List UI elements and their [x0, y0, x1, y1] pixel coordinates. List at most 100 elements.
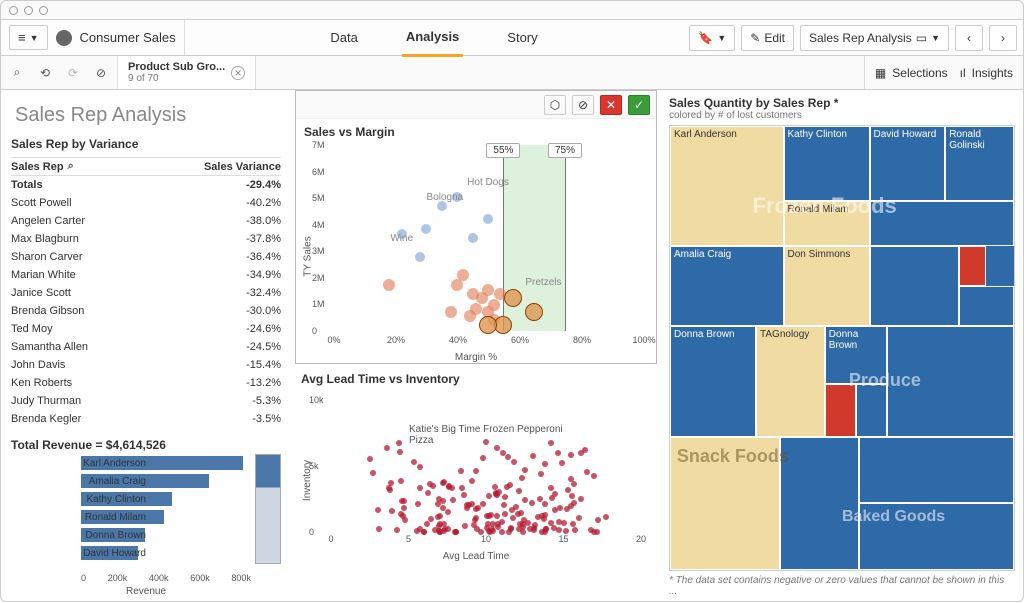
- scatter-point[interactable]: [595, 517, 601, 523]
- window-close-dot[interactable]: [9, 6, 18, 15]
- tm-cell[interactable]: [870, 201, 1014, 245]
- scatter-point[interactable]: [480, 501, 486, 507]
- tm-cell[interactable]: Ronald Milam: [784, 201, 870, 245]
- scatter-point[interactable]: [430, 483, 436, 489]
- scatter-point[interactable]: [519, 475, 525, 481]
- scatter-point[interactable]: [459, 485, 465, 491]
- scatter-point[interactable]: [367, 456, 373, 462]
- table-row[interactable]: Ted Moy-24.6%: [11, 320, 281, 338]
- scatter-point[interactable]: [398, 478, 404, 484]
- scatter-point[interactable]: [502, 494, 508, 500]
- scatter-point[interactable]: [506, 529, 512, 535]
- search-icon[interactable]: ⌕: [68, 160, 74, 173]
- scatter-point[interactable]: [398, 511, 404, 517]
- scatter-point[interactable]: [565, 487, 571, 493]
- tab-story[interactable]: Story: [503, 20, 541, 55]
- tm-cell[interactable]: Don Simmons: [784, 246, 870, 326]
- scatter-point[interactable]: [499, 529, 505, 535]
- scatter-point[interactable]: [389, 508, 395, 514]
- scatter-point[interactable]: [493, 490, 499, 496]
- tm-cell[interactable]: [859, 437, 1014, 504]
- scatter-point[interactable]: [555, 450, 561, 456]
- scatter-point[interactable]: [446, 484, 452, 490]
- scatter-point[interactable]: [542, 512, 548, 518]
- tab-data[interactable]: Data: [326, 20, 361, 55]
- scatter-point[interactable]: [428, 516, 434, 522]
- scatter-point[interactable]: [559, 460, 565, 466]
- cancel-selection-button[interactable]: ✕: [600, 95, 622, 115]
- tm-cell[interactable]: [870, 246, 959, 326]
- scatter-point[interactable]: [542, 501, 548, 507]
- scatter-point[interactable]: [480, 455, 486, 461]
- table-row[interactable]: Janice Scott-32.4%: [11, 284, 281, 302]
- table-row[interactable]: Marian White-34.9%: [11, 266, 281, 284]
- scatter-point[interactable]: [569, 493, 575, 499]
- window-max-dot[interactable]: [39, 6, 48, 15]
- scatter-point[interactable]: [425, 490, 431, 496]
- scatter-point[interactable]: [468, 233, 478, 243]
- scatter-point[interactable]: [415, 501, 421, 507]
- bar-row[interactable]: Kathy Clinton: [81, 490, 251, 508]
- scatter-point[interactable]: [375, 507, 381, 513]
- revenue-bar-chart[interactable]: Karl AndersonAmalia CraigKathy ClintonRo…: [11, 454, 281, 593]
- scatter-point[interactable]: [437, 529, 443, 535]
- scatter-point[interactable]: [417, 464, 423, 470]
- scatter-point[interactable]: [488, 299, 500, 311]
- scatter-point[interactable]: [570, 521, 576, 527]
- scatter-point[interactable]: [516, 488, 522, 494]
- scatter-point[interactable]: [568, 503, 574, 509]
- scatter-point[interactable]: [515, 511, 521, 517]
- tm-cell[interactable]: [825, 384, 856, 437]
- scatter-point[interactable]: [548, 440, 554, 446]
- scatter-point[interactable]: [424, 521, 430, 527]
- window-min-dot[interactable]: [24, 6, 33, 15]
- scatter-point[interactable]: [538, 471, 544, 477]
- scatter-point[interactable]: [522, 467, 528, 473]
- insights-button[interactable]: ılInsights: [960, 66, 1013, 80]
- scatter-point[interactable]: [591, 473, 597, 479]
- tab-analysis[interactable]: Analysis: [402, 19, 463, 57]
- tm-cell[interactable]: [887, 326, 1014, 437]
- scatter-point-selected[interactable]: [525, 303, 543, 321]
- scatter-point[interactable]: [486, 493, 492, 499]
- leadtime-scatter[interactable]: Inventory Katie's Big Time Frozen Pepper…: [301, 390, 651, 560]
- scatter-point[interactable]: [388, 480, 394, 486]
- scatter-point[interactable]: [511, 459, 517, 465]
- scatter-point[interactable]: [445, 509, 451, 515]
- scatter-point-selected[interactable]: [504, 289, 522, 307]
- tm-cell[interactable]: Donna Brown: [670, 326, 756, 437]
- prev-sheet-button[interactable]: ‹: [955, 25, 983, 51]
- scatter-point[interactable]: [417, 485, 423, 491]
- tm-cell[interactable]: Karl Anderson: [670, 126, 784, 246]
- scatter-point[interactable]: [411, 459, 417, 465]
- tm-cell[interactable]: [780, 437, 859, 570]
- sales-margin-scatter[interactable]: TY Sales 55% 75% BolognaHot DogsWinePret…: [304, 141, 648, 361]
- scatter-point[interactable]: [505, 454, 511, 460]
- scatter-point-selected[interactable]: [494, 316, 512, 334]
- scatter-point[interactable]: [502, 511, 508, 517]
- scatter-point[interactable]: [441, 521, 447, 527]
- scatter-point[interactable]: [437, 201, 447, 211]
- scatter-point[interactable]: [529, 500, 535, 506]
- scatter-point[interactable]: [494, 513, 500, 519]
- scatter-point[interactable]: [542, 461, 548, 467]
- tm-cell[interactable]: [856, 384, 887, 437]
- scatter-point[interactable]: [370, 470, 376, 476]
- scatter-point[interactable]: [458, 468, 464, 474]
- scatter-point[interactable]: [474, 526, 480, 532]
- scatter-point[interactable]: [461, 492, 467, 498]
- scatter-point[interactable]: [603, 514, 609, 520]
- scatter-point[interactable]: [462, 523, 468, 529]
- table-row[interactable]: Ken Roberts-13.2%: [11, 374, 281, 392]
- bar-row[interactable]: Amalia Craig: [81, 472, 251, 490]
- scatter-point[interactable]: [501, 502, 507, 508]
- edit-button[interactable]: ✎Edit: [741, 25, 794, 51]
- scatter-point[interactable]: [484, 513, 490, 519]
- tm-cell[interactable]: [859, 503, 1014, 570]
- scatter-point[interactable]: [394, 527, 400, 533]
- tm-cell[interactable]: Ronald Golinski: [945, 126, 1014, 201]
- scatter-point[interactable]: [402, 517, 408, 523]
- scatter-point[interactable]: [568, 452, 574, 458]
- scatter-point[interactable]: [396, 440, 402, 446]
- bar-row[interactable]: David Howard: [81, 544, 251, 562]
